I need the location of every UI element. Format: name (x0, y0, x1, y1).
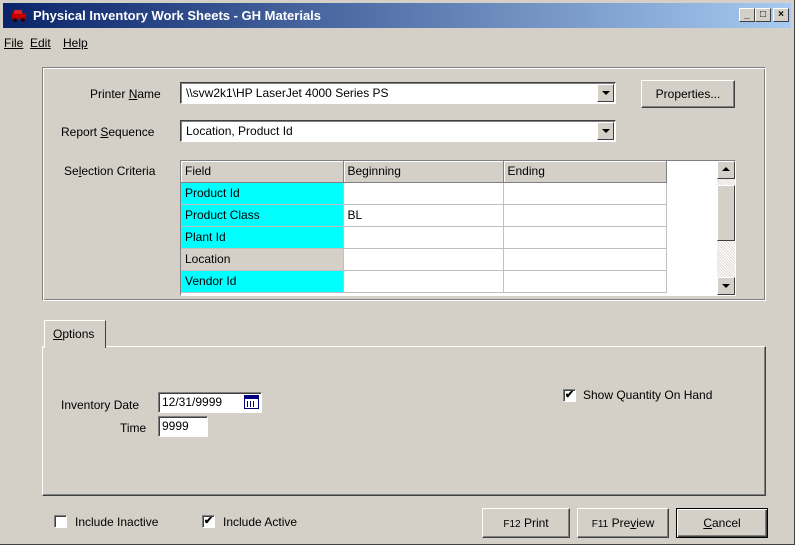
field-cell[interactable]: Product Id (181, 182, 344, 205)
scroll-up-arrow-icon[interactable] (717, 161, 735, 179)
show-quantity-checkbox[interactable]: ✔ (563, 389, 576, 402)
grid-vertical-scrollbar[interactable] (717, 161, 735, 295)
beginning-cell[interactable] (343, 270, 504, 293)
maximize-button[interactable]: □ (755, 8, 771, 22)
ending-cell[interactable] (503, 248, 667, 271)
column-header-field[interactable]: Field (181, 161, 344, 183)
show-quantity-label: Show Quantity On Hand (583, 388, 713, 402)
tab-options[interactable]: Options (44, 320, 106, 348)
ending-cell[interactable] (503, 182, 667, 205)
printer-name-combo[interactable]: \\svw2k1\HP LaserJet 4000 Series PS (180, 82, 616, 104)
preview-label: Preview (611, 516, 655, 530)
beginning-cell[interactable]: BL (343, 204, 504, 227)
options-tab-panel (42, 346, 766, 496)
time-label: Time (120, 421, 147, 435)
field-cell[interactable]: Location (181, 248, 344, 271)
column-header-beginning[interactable]: Beginning (343, 161, 504, 183)
table-row: Plant Id (181, 226, 667, 249)
selection-criteria-label: Selection Criteria (64, 164, 156, 178)
time-field[interactable]: 9999 (158, 416, 208, 437)
menu-help[interactable]: Help (63, 36, 88, 50)
include-inactive-label: Include Inactive (75, 515, 159, 529)
menu-file[interactable]: File (4, 36, 23, 50)
report-sequence-combo[interactable]: Location, Product Id (180, 120, 616, 142)
table-header-row: Field Beginning Ending (181, 161, 667, 183)
window-title: Physical Inventory Work Sheets - GH Mate… (33, 8, 322, 23)
cancel-button[interactable]: Cancel (676, 508, 768, 538)
print-button[interactable]: F12 Print (482, 508, 570, 538)
inventory-date-value: 12/31/9999 (162, 395, 223, 409)
include-inactive-checkbox[interactable] (54, 515, 67, 528)
table-row: Vendor Id (181, 270, 667, 293)
title-bar[interactable]: Physical Inventory Work Sheets - GH Mate… (3, 3, 791, 28)
menu-edit[interactable]: Edit (30, 36, 51, 50)
criteria-table: Field Beginning Ending Product Id Produc… (181, 161, 667, 293)
report-sequence-label: Report Sequence (61, 125, 155, 139)
ending-cell[interactable] (503, 226, 667, 249)
calendar-icon[interactable] (244, 395, 259, 409)
beginning-cell[interactable] (343, 226, 504, 249)
printer-name-label: Printer Name (90, 87, 161, 101)
print-label: Print (523, 516, 549, 530)
preview-key-label: F11 (591, 519, 609, 530)
table-row: Product Id (181, 182, 667, 205)
selection-criteria-grid[interactable]: Field Beginning Ending Product Id Produc… (180, 160, 736, 296)
field-cell[interactable]: Product Class (181, 204, 344, 227)
app-icon (12, 10, 26, 22)
main-window: Physical Inventory Work Sheets - GH Mate… (0, 0, 795, 545)
field-cell[interactable]: Plant Id (181, 226, 344, 249)
field-cell[interactable]: Vendor Id (181, 270, 344, 293)
ending-cell[interactable] (503, 204, 667, 227)
print-key-label: F12 (503, 519, 521, 530)
include-active-label: Include Active (223, 515, 298, 529)
include-active-checkbox[interactable]: ✔ (202, 515, 215, 528)
time-value: 9999 (162, 419, 189, 433)
table-row: Product Class BL (181, 204, 667, 227)
menu-bar: File Edit Help (0, 33, 795, 53)
properties-button[interactable]: Properties... (641, 80, 735, 108)
printer-dropdown-arrow-icon[interactable] (597, 84, 614, 102)
beginning-cell[interactable] (343, 248, 504, 271)
sequence-dropdown-arrow-icon[interactable] (597, 122, 614, 140)
close-button[interactable]: × (773, 8, 789, 22)
minimize-button[interactable]: _ (739, 8, 755, 22)
beginning-cell[interactable] (343, 182, 504, 205)
table-row: Location (181, 248, 667, 271)
preview-button[interactable]: F11 Preview (577, 508, 669, 538)
column-header-ending[interactable]: Ending (503, 161, 667, 183)
scroll-down-arrow-icon[interactable] (717, 277, 735, 295)
printer-name-value: \\svw2k1\HP LaserJet 4000 Series PS (186, 86, 389, 100)
inventory-date-label: Inventory Date (61, 398, 140, 412)
ending-cell[interactable] (503, 270, 667, 293)
report-sequence-value: Location, Product Id (186, 124, 293, 138)
scroll-thumb[interactable] (717, 185, 735, 241)
